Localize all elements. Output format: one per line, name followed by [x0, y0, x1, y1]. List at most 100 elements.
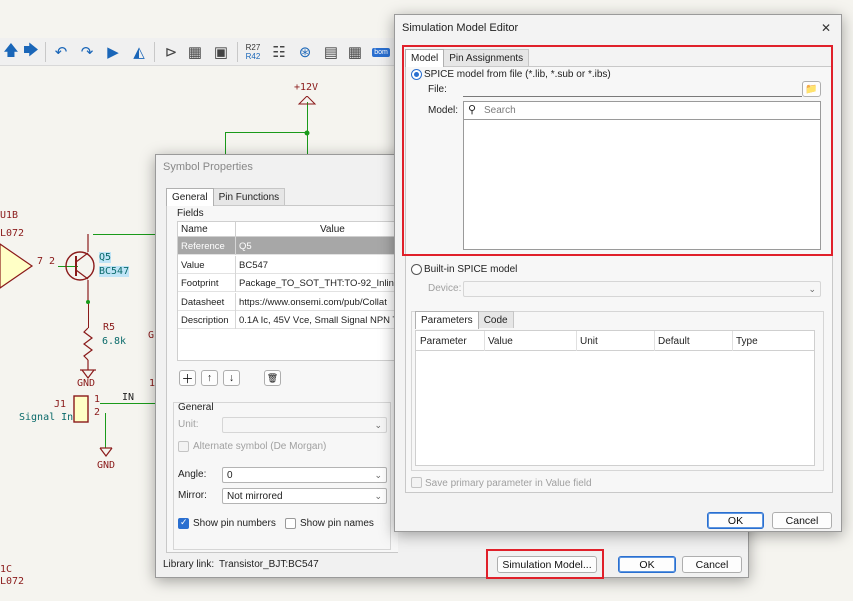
simulator-icon[interactable]: ⊛: [294, 41, 316, 63]
param-column-header: Value: [488, 336, 513, 347]
u1b-value: L072: [0, 228, 25, 239]
toolbar-separator: [45, 42, 46, 62]
bom-icon[interactable]: bom: [370, 41, 392, 63]
ok-button[interactable]: OK: [618, 556, 676, 573]
chevron-down-icon: ⌄: [808, 284, 816, 294]
pin-number: 7: [37, 256, 44, 267]
mirror-label: Mirror:: [178, 490, 207, 501]
tab-general[interactable]: General: [166, 188, 214, 206]
r5-value: 6.8k: [102, 336, 127, 347]
col-value: Value: [236, 222, 402, 237]
col-name: Name: [178, 222, 236, 237]
rotate-cw-icon[interactable]: ↷: [76, 41, 98, 63]
tab-parameters[interactable]: Parameters: [415, 311, 479, 329]
builtin-radio[interactable]: [411, 264, 422, 275]
parameters-header: Parameter Value Unit Default Type: [416, 331, 814, 351]
j1-ref: J1: [54, 399, 67, 410]
angle-value: 0: [227, 470, 233, 481]
mirror-select[interactable]: Not mirrored ⌄: [222, 488, 387, 504]
bom-table-icon[interactable]: ▤: [320, 41, 342, 63]
cancel-button[interactable]: Cancel: [682, 556, 742, 573]
show-pin-names-checkbox[interactable]: [285, 518, 296, 529]
ok-button[interactable]: OK: [707, 512, 764, 529]
symbol-fields-icon[interactable]: ☷: [268, 41, 290, 63]
field-name: Datasheet: [178, 292, 236, 311]
angle-label: Angle:: [178, 469, 207, 480]
move-up-button[interactable]: ↑: [201, 370, 218, 386]
field-value[interactable]: https://www.onsemi.com/pub/Collat: [236, 293, 402, 311]
symbol-tabs: General Pin Functions: [166, 188, 286, 206]
cancel-button[interactable]: Cancel: [772, 512, 832, 529]
net-label: IN: [122, 392, 135, 403]
delete-field-button[interactable]: 🗑: [264, 370, 281, 386]
field-row[interactable]: Description 0.1A Ic, 45V Vce, Small Signa…: [178, 311, 402, 329]
param-tabs: Parameters Code: [415, 311, 514, 329]
arrow-up-icon[interactable]: 🡅: [0, 41, 22, 63]
highlight-box-simulation-button: [486, 549, 604, 579]
params-area: Parameters Code Parameter Value Unit Defaul…: [411, 311, 824, 471]
column-divider[interactable]: [654, 331, 655, 351]
trash-icon: 🗑: [266, 372, 279, 383]
gnd-label: GND: [77, 378, 96, 389]
column-divider[interactable]: [732, 331, 733, 351]
power-arrow-icon: [297, 96, 317, 105]
j1-value: Signal In: [19, 412, 74, 423]
mirror-value: Not mirrored: [227, 491, 283, 502]
chevron-down-icon: ⌄: [374, 470, 382, 480]
alternate-symbol-checkbox[interactable]: [178, 441, 189, 452]
dialog-title: Simulation Model Editor: [402, 22, 519, 34]
mirror-v-icon[interactable]: ◭: [128, 41, 150, 63]
pin-number: 1: [94, 394, 101, 405]
erc-icon[interactable]: ▦: [184, 41, 206, 63]
add-field-button[interactable]: ＋: [179, 370, 196, 386]
unit-select[interactable]: ⌄: [222, 417, 387, 433]
column-divider[interactable]: [484, 331, 485, 351]
grid-icon[interactable]: ▦: [344, 41, 366, 63]
chevron-down-icon: ⌄: [374, 491, 382, 501]
field-row[interactable]: Value BC547: [178, 255, 402, 274]
field-value[interactable]: Package_TO_SOT_THT:TO-92_Inline: [236, 274, 402, 292]
swap-r-icon[interactable]: R27 R42: [242, 41, 264, 63]
field-row[interactable]: Datasheet https://www.onsemi.com/pub/Coll…: [178, 292, 402, 311]
library-link-value: Transistor_BJT:BC547: [219, 559, 319, 570]
general-label: General: [178, 402, 214, 413]
field-value[interactable]: BC547: [236, 256, 402, 274]
highlight-box-model-section: [402, 45, 833, 256]
rotate-ccw-icon[interactable]: ↶: [50, 41, 72, 63]
main-toolbar: 🡅 🡆 ↶ ↷ ▶ ◭ ⊳ ▦ ▣ R27 R42 ☷ ⊛ ▤ ▦ bom: [0, 38, 400, 66]
field-name: Footprint: [178, 274, 236, 292]
annotate-icon[interactable]: ⊳: [160, 41, 182, 63]
q5-value: BC547: [99, 266, 130, 277]
r5-ref: R5: [103, 322, 116, 333]
field-value[interactable]: Q5: [236, 237, 402, 255]
field-name: Reference: [178, 237, 236, 255]
move-down-button[interactable]: ↓: [223, 370, 240, 386]
field-row[interactable]: Footprint Package_TO_SOT_THT:TO-92_Inline: [178, 274, 402, 292]
tab-model[interactable]: Model: [405, 49, 445, 67]
device-label: Device:: [428, 283, 462, 294]
vcc-label: +12V: [294, 82, 319, 93]
close-icon[interactable]: ✕: [821, 21, 831, 35]
builtin-label: Built-in SPICE model: [424, 264, 518, 275]
junction-icon: [304, 130, 310, 136]
gnd-label: GND: [97, 460, 116, 471]
field-row[interactable]: Reference Q5: [178, 237, 402, 255]
tab-pin-functions[interactable]: Pin Functions: [212, 188, 286, 205]
general-group: General Unit: ⌄ Alternate symbol (De Mor…: [173, 402, 391, 550]
netlist-icon[interactable]: ▣: [210, 41, 232, 63]
show-pin-numbers-checkbox[interactable]: [178, 517, 189, 529]
column-divider[interactable]: [576, 331, 577, 351]
pin-number: 2: [94, 407, 101, 418]
param-column-header: Default: [658, 336, 690, 347]
toolbar-separator: [237, 42, 238, 62]
tab-code[interactable]: Code: [477, 311, 514, 328]
device-select[interactable]: ⌄: [463, 281, 821, 297]
field-name: Description: [178, 311, 236, 329]
angle-select[interactable]: 0 ⌄: [222, 467, 387, 483]
wire: [225, 132, 308, 133]
param-column-header: Type: [736, 336, 758, 347]
save-primary-checkbox[interactable]: [411, 477, 422, 488]
arrow-right-icon[interactable]: 🡆: [20, 41, 42, 63]
field-value[interactable]: 0.1A Ic, 45V Vce, Small Signal NPN Tra: [236, 311, 402, 329]
mirror-h-icon[interactable]: ▶: [102, 41, 124, 63]
